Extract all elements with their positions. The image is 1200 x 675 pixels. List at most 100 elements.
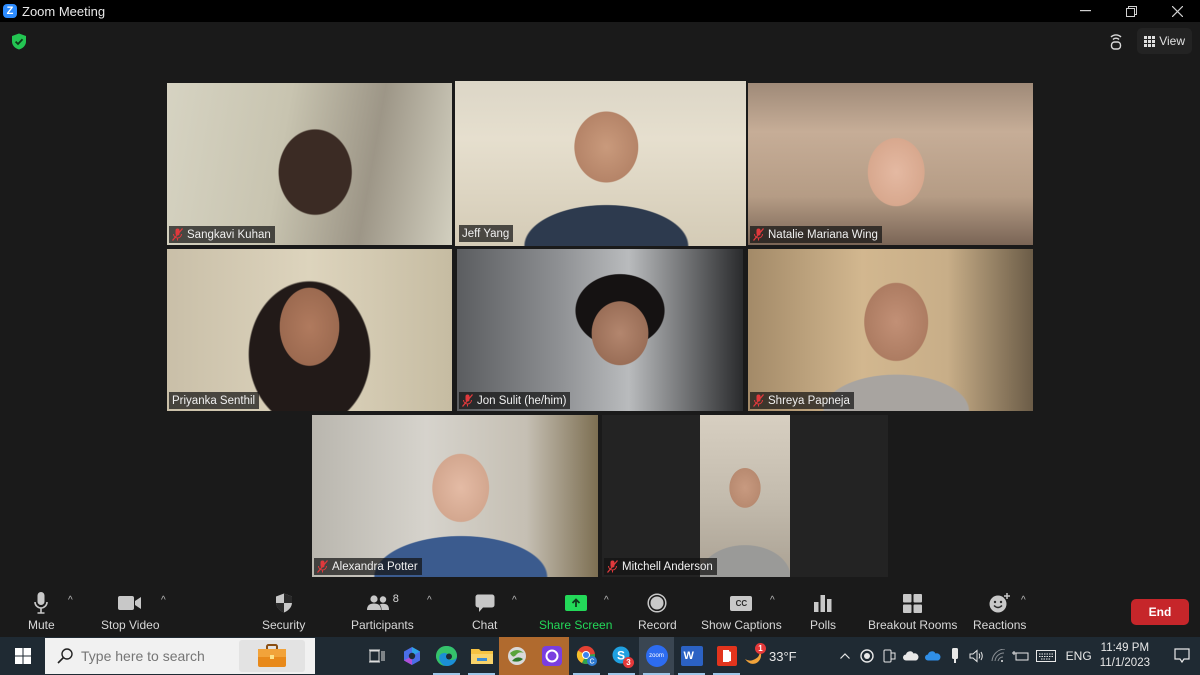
tray-onedrive-personal[interactable] <box>900 651 922 661</box>
input-language[interactable]: ENG <box>1066 649 1092 663</box>
microphone-icon <box>34 592 49 614</box>
notifications-button[interactable] <box>1164 648 1200 664</box>
video-options-caret[interactable]: ^ <box>161 595 166 606</box>
edge-browser-icon <box>435 645 457 666</box>
participant-name: Jon Sulit (he/him) <box>477 394 567 407</box>
tray-record-indicator[interactable] <box>856 649 878 663</box>
video-tile[interactable]: Jon Sulit (he/him) <box>457 249 743 411</box>
battery-charging-icon <box>1011 651 1029 661</box>
chat-options-caret[interactable]: ^ <box>512 595 517 606</box>
search-input[interactable] <box>81 648 231 664</box>
show-hidden-icons-button[interactable] <box>834 653 856 659</box>
windows-logo-icon <box>14 648 31 664</box>
video-tile[interactable]: Mitchell Anderson <box>602 415 888 577</box>
immersive-view-button[interactable] <box>1101 28 1131 54</box>
end-meeting-button[interactable]: End <box>1131 599 1189 625</box>
participant-video <box>700 415 790 577</box>
participant-video <box>312 415 598 577</box>
word-icon: W <box>680 646 703 666</box>
record-indicator-icon <box>859 649 874 663</box>
audio-options-caret[interactable]: ^ <box>68 595 73 606</box>
breakout-rooms-icon <box>903 593 923 613</box>
tray-touch-keyboard[interactable] <box>1032 650 1060 662</box>
video-tile[interactable]: Priyanka Senthil <box>167 249 452 411</box>
polls-bar-chart-icon <box>814 594 832 612</box>
taskbar-app-edge[interactable] <box>429 637 464 675</box>
taskbar-app-file-explorer[interactable] <box>464 637 499 675</box>
svg-text:C: C <box>589 659 594 666</box>
restore-icon <box>1125 5 1137 17</box>
view-button[interactable]: View <box>1137 28 1192 54</box>
grid-icon <box>1144 35 1156 47</box>
video-tile[interactable]: Sangkavi Kuhan <box>167 83 452 245</box>
participant-name: Sangkavi Kuhan <box>187 228 271 241</box>
start-button[interactable] <box>0 637 45 675</box>
stop-video-button[interactable]: Stop Video <box>101 590 160 632</box>
tray-microphone[interactable] <box>944 648 966 664</box>
mic-muted-icon <box>753 394 764 407</box>
taskbar-app-zoom[interactable]: zoom <box>639 637 674 675</box>
task-view-icon <box>368 649 384 663</box>
globe-app-icon <box>507 647 526 665</box>
participant-video <box>455 81 746 246</box>
taskbar-app-acrobat[interactable] <box>709 637 744 675</box>
temperature: 33°F <box>769 648 797 664</box>
share-screen-button[interactable]: Share Screen <box>539 590 612 632</box>
share-options-caret[interactable]: ^ <box>604 595 609 606</box>
security-button[interactable]: Security <box>262 590 305 632</box>
video-tile-active-speaker[interactable]: Jeff Yang <box>455 81 746 246</box>
acrobat-icon <box>716 646 737 666</box>
close-button[interactable] <box>1154 0 1200 22</box>
search-icon <box>57 648 73 664</box>
search-highlight[interactable] <box>239 640 305 672</box>
tray-battery[interactable] <box>1010 650 1032 662</box>
video-tile[interactable]: Natalie Mariana Wing <box>748 83 1033 245</box>
view-label: View <box>1159 34 1185 48</box>
encryption-shield-icon[interactable] <box>11 33 27 50</box>
taskbar-app-chrome[interactable]: C <box>569 637 604 675</box>
tray-volume[interactable] <box>966 649 988 663</box>
participant-name: Mitchell Anderson <box>622 560 713 573</box>
task-view-button[interactable] <box>359 637 394 675</box>
polls-button[interactable]: Polls <box>810 590 836 632</box>
reactions-button[interactable]: Reactions <box>973 590 1026 632</box>
microphone-in-use-icon <box>951 648 958 663</box>
reactions-options-caret[interactable]: ^ <box>1021 595 1026 606</box>
taskbar-app-word[interactable]: W <box>674 637 709 675</box>
reactions-smiley-icon <box>989 593 1010 613</box>
captions-options-caret[interactable]: ^ <box>770 595 775 606</box>
tray-phone-link[interactable] <box>878 649 900 663</box>
speaker-icon <box>969 649 983 663</box>
breakout-rooms-button[interactable]: Breakout Rooms <box>868 590 957 632</box>
tray-onedrive-business[interactable] <box>922 651 944 661</box>
chat-button[interactable]: Chat <box>472 590 497 632</box>
participants-button[interactable]: 8 Participants <box>351 590 414 632</box>
tray-network[interactable] <box>988 649 1010 663</box>
folder-icon <box>470 649 493 664</box>
taskbar-search[interactable] <box>45 638 315 674</box>
video-tile[interactable]: Alexandra Potter <box>312 415 598 577</box>
minimize-icon <box>1079 10 1091 12</box>
security-shield-icon <box>275 593 292 613</box>
taskbar-app-copilot[interactable] <box>394 637 429 675</box>
participant-video <box>167 249 452 411</box>
briefcase-icon <box>258 644 286 667</box>
minimize-button[interactable] <box>1062 0 1108 22</box>
video-tile[interactable]: Shreya Papneja <box>748 249 1033 411</box>
skype-notification-badge: 3 <box>623 657 634 668</box>
record-button[interactable]: Record <box>638 590 677 632</box>
mute-button[interactable]: Mute <box>28 590 55 632</box>
participants-options-caret[interactable]: ^ <box>427 595 432 606</box>
taskbar-app-skype[interactable]: S 3 <box>604 637 639 675</box>
weather-widget[interactable]: 1 33°F <box>742 637 797 675</box>
video-camera-icon <box>118 596 142 610</box>
participant-name: Jeff Yang <box>462 227 510 240</box>
taskbar-app-purple[interactable] <box>534 637 569 675</box>
clock[interactable]: 11:49 PM 11/1/2023 <box>1100 641 1150 671</box>
signal-icon <box>1110 34 1122 50</box>
phone-link-icon <box>883 649 896 663</box>
taskbar-app-green[interactable] <box>499 637 534 675</box>
clock-time: 11:49 PM <box>1100 642 1150 654</box>
restore-button[interactable] <box>1108 0 1154 22</box>
zoom-logo-icon: Z <box>3 4 17 18</box>
